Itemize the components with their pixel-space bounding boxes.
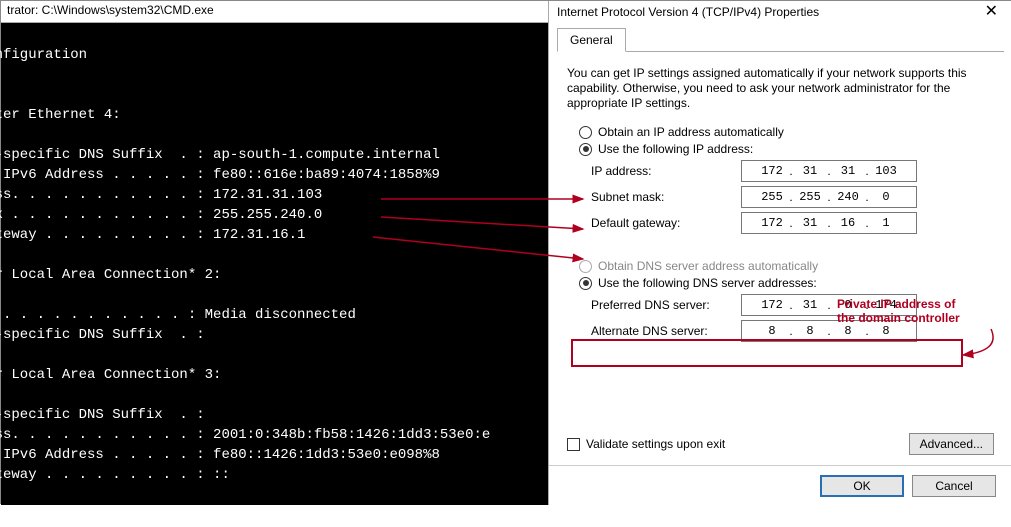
close-icon[interactable]: ✕	[979, 4, 1004, 20]
radio-icon	[579, 277, 592, 290]
radio-ip-auto[interactable]: Obtain an IP address automatically	[579, 125, 994, 139]
validate-label: Validate settings upon exit	[586, 437, 725, 451]
cmd-window: trator: C:\Windows\system32\CMD.exe P Co…	[1, 1, 548, 505]
input-ip[interactable]: 172. 31. 31. 103	[741, 160, 917, 182]
field-ip-address: IP address: 172. 31. 31. 103	[591, 160, 994, 182]
cmd-title: trator: C:\Windows\system32\CMD.exe	[1, 1, 548, 23]
input-gw[interactable]: 172. 31. 16. 1	[741, 212, 917, 234]
radio-dns-auto: Obtain DNS server address automatically	[579, 259, 994, 273]
label-ip: IP address:	[591, 164, 741, 178]
radio-icon	[579, 260, 592, 273]
label-pref-dns: Preferred DNS server:	[591, 298, 741, 312]
label-alt-dns: Alternate DNS server:	[591, 324, 741, 338]
cmd-output: P Configuration adapter Ethernet 4: tion…	[0, 23, 548, 527]
field-subnet-mask: Subnet mask: 255. 255. 240. 0	[591, 186, 994, 208]
radio-ip-static[interactable]: Use the following IP address:	[579, 142, 994, 156]
tab-general[interactable]: General	[557, 28, 626, 52]
callout-line2: the domain controller	[837, 311, 960, 325]
radio-ip-static-label: Use the following IP address:	[598, 142, 753, 156]
highlight-preferred-dns	[571, 339, 963, 367]
dialog-title: Internet Protocol Version 4 (TCP/IPv4) P…	[557, 5, 819, 19]
advanced-button[interactable]: Advanced...	[909, 433, 994, 455]
radio-ip-auto-label: Obtain an IP address automatically	[598, 125, 784, 139]
tab-row: General	[557, 27, 1004, 52]
label-mask: Subnet mask:	[591, 190, 741, 204]
dialog-titlebar: Internet Protocol Version 4 (TCP/IPv4) P…	[549, 1, 1011, 23]
radio-dns-static[interactable]: Use the following DNS server addresses:	[579, 276, 994, 290]
cancel-button[interactable]: Cancel	[912, 475, 996, 497]
radio-icon	[579, 143, 592, 156]
radio-dns-auto-label: Obtain DNS server address automatically	[598, 259, 818, 273]
label-gw: Default gateway:	[591, 216, 741, 230]
ipv4-properties-dialog: Internet Protocol Version 4 (TCP/IPv4) P…	[548, 1, 1011, 505]
callout-line1: Private IP address of	[837, 297, 960, 311]
field-default-gateway: Default gateway: 172. 31. 16. 1	[591, 212, 994, 234]
checkbox-validate[interactable]	[567, 438, 580, 451]
radio-icon	[579, 126, 592, 139]
info-text: You can get IP settings assigned automat…	[567, 66, 994, 111]
input-mask[interactable]: 255. 255. 240. 0	[741, 186, 917, 208]
dialog-buttons: OK Cancel	[549, 465, 1011, 505]
radio-dns-static-label: Use the following DNS server addresses:	[598, 276, 817, 290]
callout-dc-ip: Private IP address of the domain control…	[837, 297, 960, 325]
ok-button[interactable]: OK	[820, 475, 904, 497]
validate-row: Validate settings upon exit Advanced...	[567, 433, 994, 455]
